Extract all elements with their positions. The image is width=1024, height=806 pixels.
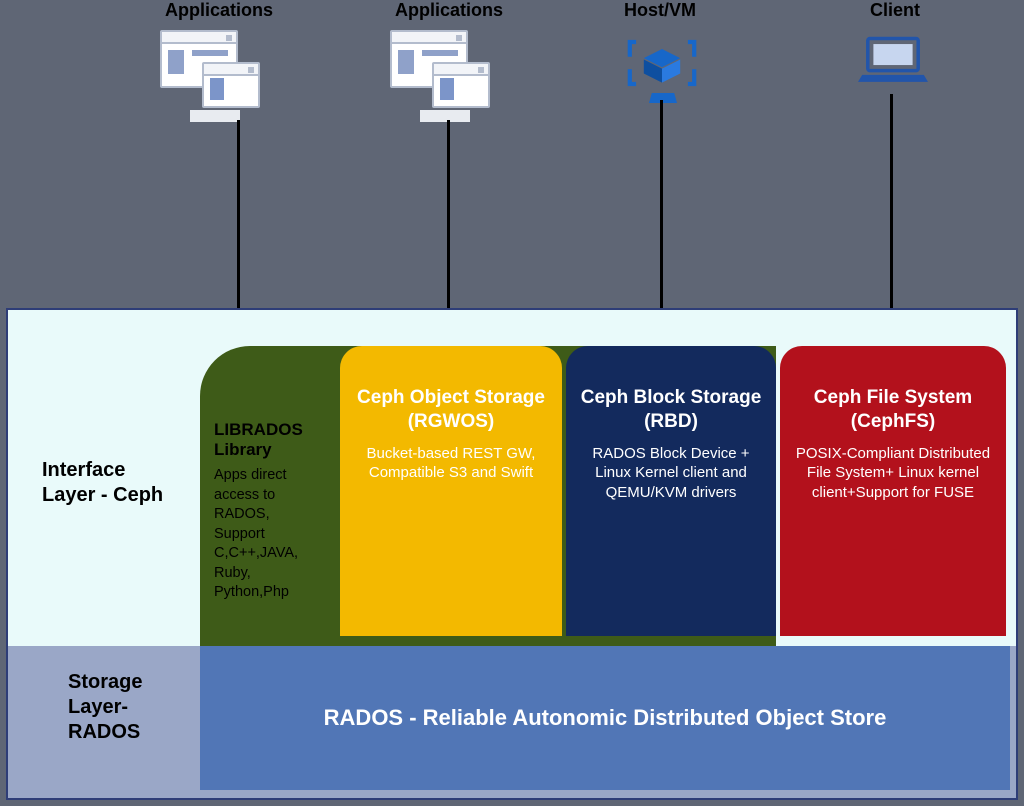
rbd-desc: RADOS Block Device + Linux Kernel client… xyxy=(580,444,762,503)
rgw-desc: Bucket-based REST GW, Compatible S3 and … xyxy=(354,444,548,483)
librados-title: LIBRADOS Library xyxy=(214,420,326,461)
client-label-vm: Host/VM xyxy=(624,0,696,21)
rgw-block: Ceph Object Storage (RGWOS) Bucket-based… xyxy=(340,346,562,636)
rados-label: RADOS - Reliable Autonomic Distributed O… xyxy=(324,705,887,731)
rados-layer: RADOS - Reliable Autonomic Distributed O… xyxy=(200,646,1010,790)
client-laptop-icon xyxy=(858,30,928,85)
cephfs-title: Ceph File System (CephFS) xyxy=(794,386,992,434)
rbd-block: Ceph Block Storage (RBD) RADOS Block Dev… xyxy=(566,346,776,636)
host-vm-icon xyxy=(627,30,697,90)
applications-icon xyxy=(160,30,270,115)
rgw-title: Ceph Object Storage (RGWOS) xyxy=(354,386,548,434)
applications-icon xyxy=(390,30,500,115)
client-label-pc: Client xyxy=(870,0,920,21)
client-label-app1: Applications xyxy=(165,0,273,21)
storage-layer-label: Storage Layer- RADOS xyxy=(68,670,188,745)
librados-desc: Apps direct access to RADOS, Support C,C… xyxy=(214,466,324,603)
layers-frame: Interface Layer - Ceph Storage Layer- RA… xyxy=(6,308,1018,800)
rbd-title: Ceph Block Storage (RBD) xyxy=(580,386,762,434)
client-label-app2: Applications xyxy=(395,0,503,21)
cephfs-block: Ceph File System (CephFS) POSIX-Complian… xyxy=(780,346,1006,636)
interface-layer-label: Interface Layer - Ceph xyxy=(42,458,182,508)
cephfs-desc: POSIX-Compliant Distributed File System+… xyxy=(794,444,992,503)
